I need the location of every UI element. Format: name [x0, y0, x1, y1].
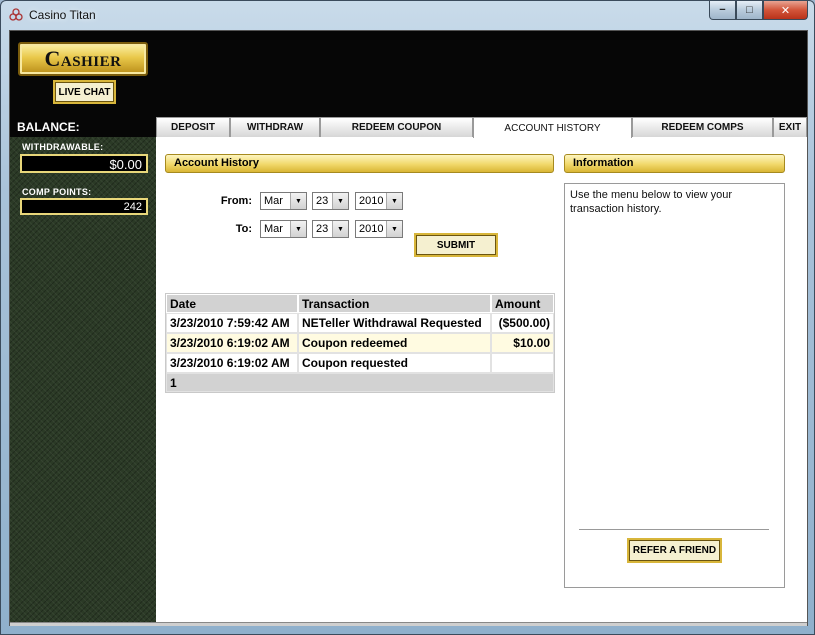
- column-header-date: Date: [166, 294, 298, 313]
- title-bar[interactable]: Casino Titan − □ ✕: [1, 1, 814, 29]
- history-table: Date Transaction Amount 3/23/2010 7:59:4…: [165, 293, 555, 393]
- account-history-panel: Account History From: Mar ▼ 23 ▼ 2010 ▼ …: [156, 138, 807, 622]
- column-header-amount: Amount: [491, 294, 554, 313]
- to-day-value: 23: [316, 223, 329, 235]
- row-amount: [491, 353, 554, 373]
- to-year-select[interactable]: 2010 ▼: [355, 220, 403, 238]
- chevron-down-icon: ▼: [386, 193, 402, 209]
- tab-exit[interactable]: EXIT: [773, 117, 807, 137]
- account-history-header: Account History: [165, 154, 554, 173]
- cashier-logo: Cashier: [18, 42, 148, 76]
- row-transaction: NETeller Withdrawal Requested: [298, 313, 491, 333]
- tab-bar: DEPOSIT WITHDRAW REDEEM COUPON ACCOUNT H…: [156, 117, 807, 138]
- row-date: 3/23/2010 6:19:02 AM: [166, 353, 298, 373]
- live-chat-button[interactable]: LIVE CHAT: [53, 80, 116, 104]
- balance-title: BALANCE:: [10, 117, 156, 137]
- tab-withdraw[interactable]: WITHDRAW: [230, 117, 320, 137]
- from-label: From:: [220, 195, 252, 207]
- tab-redeem-coupon[interactable]: REDEEM COUPON: [320, 117, 473, 137]
- withdrawable-value: $0.00: [20, 154, 148, 173]
- from-day-select[interactable]: 23 ▼: [312, 192, 349, 210]
- tab-redeem-comps[interactable]: REDEEM COMPS: [632, 117, 773, 137]
- from-day-value: 23: [316, 195, 329, 207]
- to-month-select[interactable]: Mar ▼: [260, 220, 307, 238]
- tab-account-history[interactable]: ACCOUNT HISTORY: [473, 117, 632, 138]
- chevron-down-icon: ▼: [290, 193, 306, 209]
- row-date: 3/23/2010 6:19:02 AM: [166, 333, 298, 353]
- to-month-value: Mar: [264, 223, 283, 235]
- close-button[interactable]: ✕: [763, 1, 808, 20]
- maximize-button[interactable]: □: [736, 1, 763, 20]
- row-amount: $10.00: [491, 333, 554, 353]
- row-amount: ($500.00): [491, 313, 554, 333]
- information-header: Information: [564, 154, 785, 173]
- window-title: Casino Titan: [29, 8, 96, 22]
- table-row: 3/23/2010 6:19:02 AM Coupon redeemed $10…: [166, 333, 554, 353]
- clover-icon: [9, 8, 23, 21]
- to-year-value: 2010: [359, 223, 384, 235]
- divider: [579, 529, 769, 530]
- row-transaction: Coupon requested: [298, 353, 491, 373]
- from-year-select[interactable]: 2010 ▼: [355, 192, 403, 210]
- logo-text: Cashier: [44, 46, 122, 71]
- table-row: 3/23/2010 6:19:02 AM Coupon requested: [166, 353, 554, 373]
- chevron-down-icon: ▼: [290, 221, 306, 237]
- client-area: Cashier LIVE CHAT BALANCE: WITHDRAWABLE:…: [9, 30, 808, 626]
- table-header-row: Date Transaction Amount: [166, 294, 554, 313]
- submit-button[interactable]: SUBMIT: [414, 233, 498, 257]
- from-month-value: Mar: [264, 195, 283, 207]
- balance-sidebar: BALANCE: WITHDRAWABLE: $0.00 COMP POINTS…: [10, 117, 156, 622]
- information-text: Use the menu below to view your transact…: [570, 189, 733, 215]
- row-date: 3/23/2010 7:59:42 AM: [166, 313, 298, 333]
- minimize-button[interactable]: −: [709, 1, 736, 20]
- table-row: 3/23/2010 7:59:42 AM NETeller Withdrawal…: [166, 313, 554, 333]
- page-link[interactable]: 1: [166, 373, 554, 392]
- pagination-row: 1: [166, 373, 554, 392]
- header: Cashier LIVE CHAT: [10, 31, 807, 117]
- tab-deposit[interactable]: DEPOSIT: [156, 117, 230, 137]
- status-bar: [10, 622, 807, 626]
- from-month-select[interactable]: Mar ▼: [260, 192, 307, 210]
- to-day-select[interactable]: 23 ▼: [312, 220, 349, 238]
- information-box: Use the menu below to view your transact…: [564, 183, 785, 588]
- chevron-down-icon: ▼: [332, 221, 348, 237]
- comp-points-value: 242: [20, 198, 148, 215]
- refer-a-friend-button[interactable]: REFER A FRIEND: [627, 538, 722, 563]
- from-year-value: 2010: [359, 195, 384, 207]
- column-header-transaction: Transaction: [298, 294, 491, 313]
- chevron-down-icon: ▼: [332, 193, 348, 209]
- comp-points-label: COMP POINTS:: [22, 187, 92, 197]
- chevron-down-icon: ▼: [386, 221, 402, 237]
- row-transaction: Coupon redeemed: [298, 333, 491, 353]
- app-window: Casino Titan − □ ✕ Cashier LIVE CHAT BAL…: [0, 0, 815, 635]
- withdrawable-label: WITHDRAWABLE:: [22, 142, 104, 152]
- to-label: To:: [235, 223, 252, 235]
